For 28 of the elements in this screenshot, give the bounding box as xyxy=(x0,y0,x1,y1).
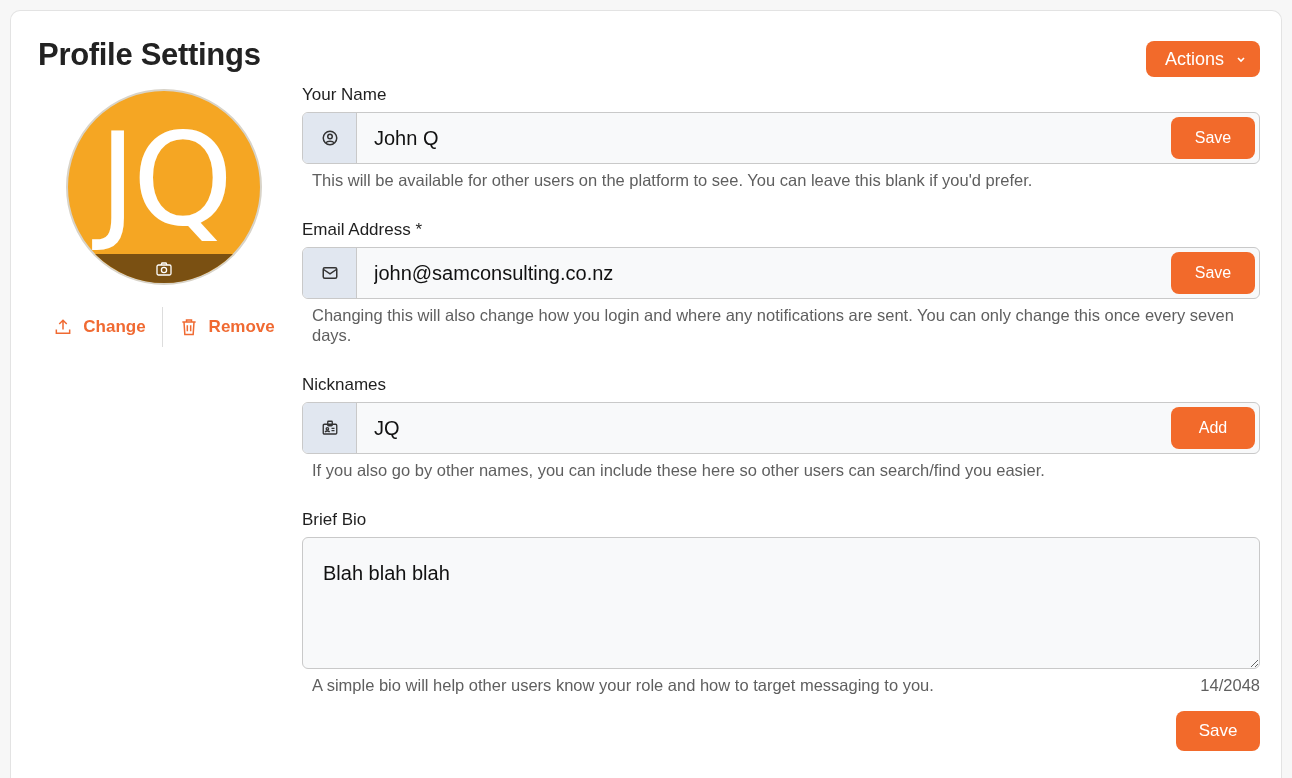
chevron-down-icon xyxy=(1236,55,1246,63)
mail-icon xyxy=(320,264,339,282)
field-button[interactable]: Add xyxy=(1171,407,1255,449)
field-label: Nicknames xyxy=(302,375,388,395)
field-button[interactable]: Save xyxy=(1171,252,1255,294)
field-label: Brief Bio xyxy=(302,510,368,530)
field-button[interactable]: Save xyxy=(1171,117,1255,159)
save-button[interactable]: Save xyxy=(1176,711,1260,751)
remove-link[interactable]: Remove xyxy=(162,317,291,337)
user-icon xyxy=(320,129,339,147)
bio-field[interactable]: Blah blah blah xyxy=(302,537,1260,669)
avatar-initials: JQ xyxy=(68,91,260,254)
camera-icon xyxy=(156,261,172,276)
id-badge-icon xyxy=(320,419,339,437)
help-text: Changing this will also change how you login and where any notifications are sent. You can only change this once every seven days. xyxy=(311,305,1235,345)
text-field[interactable]: JQ Add xyxy=(302,402,1260,454)
help-text: A simple bio will help other users know your role and how to target messaging to you. xyxy=(311,675,935,695)
change-link[interactable]: Change xyxy=(37,317,162,337)
field-label: Email Address * xyxy=(302,220,423,240)
page-title: Profile Settings xyxy=(38,37,261,73)
text-field[interactable]: john@samconsulting.co.nz Save xyxy=(302,247,1260,299)
actions-button[interactable]: Actions xyxy=(1145,41,1260,77)
help-text: If you also go by other names, you can include these here so other users can search/find you easier. xyxy=(311,460,1046,480)
character-counter: 14/2048 xyxy=(1200,675,1260,695)
avatar[interactable]: JQ xyxy=(66,89,262,285)
help-text: This will be available for other users on the platform to see. You can leave this blank if you'd prefer. xyxy=(311,170,1034,190)
field-label: Your Name xyxy=(302,85,388,105)
text-field[interactable]: John Q Save xyxy=(302,112,1260,164)
